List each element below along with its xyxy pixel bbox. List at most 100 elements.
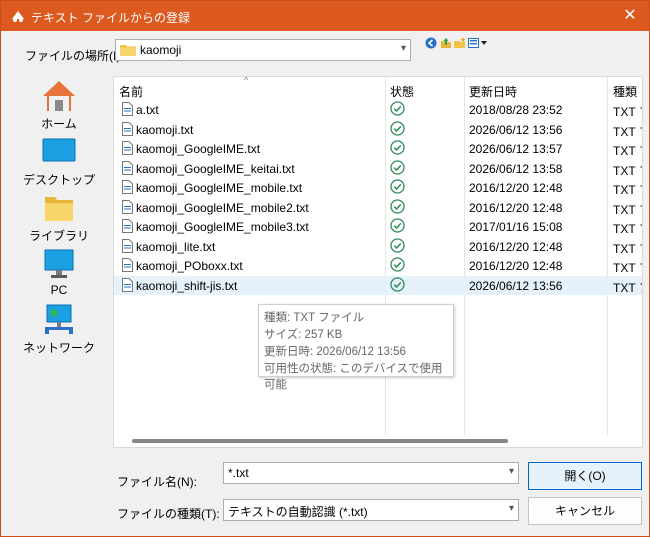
text-file-icon [122, 238, 133, 253]
sort-ascending-icon: ^ [244, 76, 249, 85]
chevron-down-icon[interactable]: ▾ [509, 466, 514, 477]
file-name: kaomoji_GoogleIME.txt [136, 142, 261, 156]
text-file-icon [122, 180, 133, 194]
text-file-icon [122, 258, 133, 272]
places-item-network[interactable]: ネットワーク [19, 303, 99, 359]
text-file-icon [122, 160, 133, 175]
file-modified: 2018/08/28 23:52 [469, 103, 563, 117]
text-file-icon [122, 121, 133, 136]
up-folder-icon[interactable] [440, 37, 452, 49]
file-name: kaomoji_GoogleIME_mobile3.txt [136, 220, 309, 234]
new-folder-icon[interactable] [454, 37, 466, 49]
places-label-home: ホーム [41, 117, 77, 131]
file-type: TXT ファイル [613, 241, 642, 256]
places-item-home[interactable]: ホーム [19, 79, 99, 135]
file-modified: 2026/06/12 13:56 [469, 278, 563, 293]
places-label-desktop: デスクトップ [22, 173, 95, 187]
file-type: TXT ファイル [613, 183, 642, 197]
tooltip-availability: 可用性の状態: このデバイスで使用可能 [264, 363, 443, 391]
file-name: kaomoji_GoogleIME_keitai.txt [136, 161, 295, 176]
open-file-dialog: テキスト ファイルからの登録 ✕ ファイルの場所(I): kaomoji ▾ ホ… [0, 0, 650, 537]
file-row-selected[interactable]: kaomoji_shift-jis.txt 2026/06/12 13:56 T… [114, 275, 642, 295]
places-item-pc[interactable]: PC [19, 247, 99, 303]
places-item-library[interactable]: ライブラリ [19, 191, 99, 247]
file-name: kaomoji.txt [136, 122, 194, 137]
file-type-value: テキストの自動認識 (*.txt) [228, 505, 368, 519]
text-file-icon [122, 219, 133, 233]
file-name: kaomoji_shift-jis.txt [136, 278, 238, 293]
title-bar[interactable]: テキスト ファイルからの登録 ✕ [1, 1, 649, 31]
file-type: TXT ファイル [613, 105, 642, 119]
file-row[interactable]: kaomoji_GoogleIME_keitai.txt 2026/06/12 … [114, 159, 642, 178]
cancel-button[interactable]: キャンセル [528, 497, 642, 525]
file-name-value: *.txt [228, 466, 249, 480]
tooltip-modified: 更新日時: 2026/06/12 13:56 [264, 346, 406, 358]
window-title: テキスト ファイルからの登録 [31, 11, 190, 25]
column-header-status[interactable]: 状態 [390, 83, 414, 100]
file-name: kaomoji_lite.txt [136, 239, 216, 254]
file-modified: 2017/01/16 15:08 [469, 220, 563, 234]
file-name-label: ファイル名(N): [117, 475, 197, 489]
file-name: kaomoji_GoogleIME_mobile.txt [136, 181, 303, 195]
file-name: a.txt [136, 103, 159, 117]
app-logo-icon [12, 11, 24, 22]
horizontal-scrollbar[interactable] [132, 439, 508, 443]
sync-ok-icon [390, 120, 405, 136]
text-file-icon [122, 141, 133, 155]
file-row[interactable]: kaomoji_GoogleIME_mobile3.txt 2017/01/16… [114, 217, 642, 236]
close-icon[interactable]: ✕ [619, 5, 641, 27]
file-modified: 2016/12/20 12:48 [469, 200, 563, 215]
file-name-input[interactable]: *.txt ▾ [223, 462, 519, 484]
sync-ok-icon [390, 257, 405, 272]
sync-ok-icon [390, 159, 405, 175]
file-modified: 2016/12/20 12:48 [469, 181, 563, 195]
sync-ok-icon [390, 179, 405, 194]
chevron-down-icon: ▾ [400, 43, 406, 54]
file-row[interactable]: kaomoji_lite.txt 2016/12/20 12:48 TXT ファ… [114, 237, 642, 256]
file-modified: 2016/12/20 12:48 [469, 239, 563, 254]
look-in-dropdown[interactable]: kaomoji ▾ [115, 39, 411, 61]
file-row[interactable]: kaomoji_POboxx.txt 2016/12/20 12:48 TXT … [114, 256, 642, 275]
view-menu-icon[interactable] [468, 37, 488, 49]
text-file-icon [122, 199, 133, 214]
desktop-icon [42, 138, 76, 162]
places-bar: ホーム デスクトップ ライブラリ PC ネットワーク [19, 71, 111, 451]
file-list[interactable]: ^ 名前 状態 更新日時 種類 a.txt 2018/08/28 23:52 T… [113, 76, 643, 448]
file-row[interactable]: a.txt 2018/08/28 23:52 TXT ファイル [114, 100, 642, 119]
column-header-name[interactable]: 名前 [119, 83, 143, 100]
file-modified: 2026/06/12 13:56 [469, 122, 563, 137]
open-button[interactable]: 開く(O) [528, 462, 642, 490]
folder-icon [120, 45, 136, 56]
file-type: TXT ファイル [613, 261, 642, 275]
tooltip-type: 種類: TXT ファイル [264, 312, 365, 324]
file-row[interactable]: kaomoji_GoogleIME_mobile2.txt 2016/12/20… [114, 198, 642, 217]
column-header-modified[interactable]: 更新日時 [469, 83, 517, 100]
tooltip-size: サイズ: 257 KB [264, 329, 343, 341]
file-name: kaomoji_POboxx.txt [136, 259, 243, 273]
file-row[interactable]: kaomoji_GoogleIME.txt 2026/06/12 13:57 T… [114, 139, 642, 158]
file-modified: 2016/12/20 12:48 [469, 259, 563, 273]
column-header-type[interactable]: 種類 [613, 83, 637, 100]
file-row[interactable]: kaomoji.txt 2026/06/12 13:56 TXT ファイル [114, 120, 642, 139]
chevron-down-icon: ▾ [508, 503, 514, 514]
places-item-desktop[interactable]: デスクトップ [19, 135, 99, 191]
places-label-library: ライブラリ [28, 229, 89, 243]
back-icon[interactable] [425, 37, 437, 49]
places-label-network: ネットワーク [22, 341, 95, 355]
file-type: TXT ファイル [613, 124, 642, 139]
text-file-icon [122, 277, 133, 292]
file-type-dropdown[interactable]: テキストの自動認識 (*.txt) ▾ [223, 499, 519, 521]
look-in-label: ファイルの場所(I): [25, 49, 124, 63]
sync-ok-icon [390, 140, 405, 155]
file-type: TXT ファイル [613, 222, 642, 236]
home-icon [43, 81, 75, 111]
pc-icon [44, 249, 74, 278]
sync-ok-icon [390, 276, 405, 292]
sync-ok-icon [390, 101, 405, 116]
file-modified: 2026/06/12 13:57 [469, 142, 563, 156]
file-row[interactable]: kaomoji_GoogleIME_mobile.txt 2016/12/20 … [114, 178, 642, 197]
library-folder-icon [45, 197, 73, 221]
file-modified: 2026/06/12 13:58 [469, 161, 563, 176]
text-file-icon [122, 102, 133, 116]
file-name: kaomoji_GoogleIME_mobile2.txt [136, 200, 309, 215]
